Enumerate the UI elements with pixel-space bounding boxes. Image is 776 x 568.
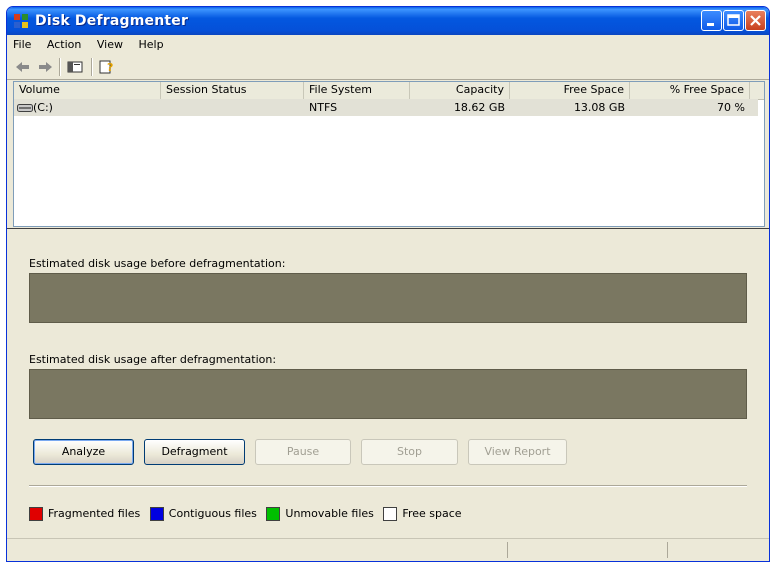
analyze-button[interactable]: Analyze — [33, 439, 134, 465]
contiguous-files-swatch — [149, 507, 164, 521]
legend-label: Fragmented files — [48, 507, 141, 520]
column-header-row: Volume Session Status File System Capaci… — [14, 82, 764, 100]
menu-view[interactable]: View — [91, 35, 129, 51]
toolbar-separator — [59, 58, 61, 76]
legend-label: Free space — [402, 507, 462, 520]
status-pane — [507, 542, 668, 558]
legend-label: Unmovable files — [285, 507, 374, 520]
column-free-space[interactable]: Free Space — [510, 82, 630, 99]
usage-before-label: Estimated disk usage before defragmentat… — [29, 257, 286, 270]
cell-file-system: NTFS — [309, 101, 338, 114]
back-arrow-icon[interactable] — [13, 58, 33, 76]
table-row[interactable]: (C:) NTFS 18.62 GB 13.08 GB 70 % — [14, 99, 758, 116]
defragmenter-app-icon — [14, 14, 28, 28]
usage-after-bar — [29, 369, 747, 419]
view-report-button[interactable]: View Report — [468, 439, 567, 465]
menu-bar: File Action View Help — [7, 35, 769, 56]
cell-capacity: 18.62 GB — [453, 101, 505, 114]
legend: Fragmented files Contiguous files Unmova… — [29, 507, 468, 523]
maximize-icon — [727, 14, 740, 26]
show-hide-console-tree-icon[interactable] — [65, 58, 85, 76]
toolbar: ? — [7, 55, 769, 80]
maximize-button[interactable] — [723, 10, 744, 31]
minimize-icon — [707, 23, 714, 26]
menu-help[interactable]: Help — [132, 35, 169, 51]
cell-volume: (C:) — [33, 101, 53, 114]
legend-separator — [29, 485, 747, 487]
unmovable-files-swatch — [266, 507, 281, 521]
legend-item: Fragmented files — [29, 507, 140, 521]
legend-item: Contiguous files — [149, 507, 257, 521]
window-title: Disk Defragmenter — [35, 13, 189, 29]
title-bar[interactable]: Disk Defragmenter — [7, 7, 769, 35]
column-capacity[interactable]: Capacity — [410, 82, 510, 99]
close-button[interactable] — [745, 10, 766, 31]
column-session-status[interactable]: Session Status — [161, 82, 304, 99]
cell-session-status — [161, 99, 304, 116]
toolbar-separator — [91, 58, 93, 76]
disk-defragmenter-window: Disk Defragmenter File Action View Help — [6, 6, 770, 562]
column-file-system[interactable]: File System — [304, 82, 410, 99]
status-pane — [667, 542, 768, 558]
defragment-button[interactable]: Defragment — [144, 439, 245, 465]
pause-button[interactable]: Pause — [255, 439, 351, 465]
minimize-button[interactable] — [701, 10, 722, 31]
column-pct-free-space[interactable]: % Free Space — [630, 82, 750, 99]
forward-arrow-icon[interactable] — [35, 58, 55, 76]
legend-item: Unmovable files — [266, 507, 374, 521]
volume-list[interactable]: Volume Session Status File System Capaci… — [13, 81, 765, 227]
menu-action[interactable]: Action — [41, 35, 87, 51]
stop-button[interactable]: Stop — [361, 439, 458, 465]
pane-divider[interactable] — [7, 228, 769, 229]
usage-after-label: Estimated disk usage after defragmentati… — [29, 353, 277, 366]
menu-file[interactable]: File — [7, 35, 37, 51]
status-bar — [7, 538, 769, 561]
help-icon[interactable]: ? — [97, 58, 117, 76]
svg-text:?: ? — [107, 61, 113, 74]
cell-free-space: 13.08 GB — [573, 101, 625, 114]
cell-pct-free-space: 70 % — [717, 101, 745, 114]
free-space-swatch — [383, 507, 398, 521]
column-volume[interactable]: Volume — [14, 82, 161, 99]
close-icon — [750, 15, 761, 26]
legend-item: Free space — [383, 507, 462, 521]
fragmented-files-swatch — [29, 507, 43, 521]
legend-label: Contiguous files — [168, 507, 257, 520]
usage-before-bar — [29, 273, 747, 323]
